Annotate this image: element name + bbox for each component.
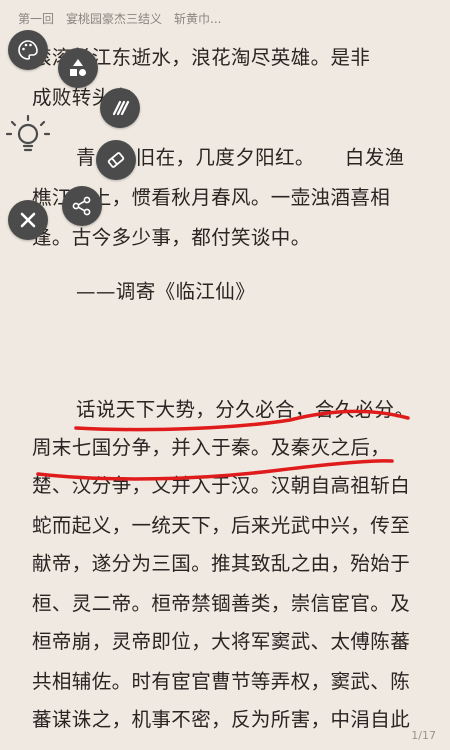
pen-strokes-icon xyxy=(112,100,130,116)
share-button[interactable] xyxy=(62,186,102,226)
page-indicator: 1/17 xyxy=(411,729,436,742)
text-line: 逢。古今多少事，都付笑谈中。 xyxy=(32,226,311,249)
pen-strokes-button[interactable] xyxy=(100,88,140,128)
text-line: 成败转头空。 xyxy=(32,86,152,109)
eraser-button[interactable] xyxy=(96,140,136,180)
palette-button[interactable] xyxy=(8,30,48,70)
brightness-button[interactable] xyxy=(3,112,53,162)
shapes-button[interactable] xyxy=(58,48,98,88)
palette-icon xyxy=(18,40,38,60)
text-line: 献帝，遂分为三国。推其致乱之由，殆始于 xyxy=(32,552,411,575)
text-line: 桓帝崩，灵帝即位，大将军窦武、太傅陈蕃 xyxy=(32,630,411,653)
brightness-bulb-icon xyxy=(5,114,51,152)
text-line: ——调寄《临江仙》 xyxy=(76,280,256,303)
text-line: 周末七国分争，并入于秦。及秦灭之后， xyxy=(32,436,391,459)
text-line: 共相辅佐。时有宦官曹节等弄权，窦武、陈 xyxy=(32,670,411,693)
shapes-icon xyxy=(70,59,86,76)
text-line: 桓、灵二帝。桓帝禁锢善类，崇信宦官。及 xyxy=(32,592,411,615)
text-line: 蛇而起义，一统天下，后来光武中兴，传至 xyxy=(32,514,411,537)
close-icon xyxy=(20,212,36,228)
close-button[interactable] xyxy=(8,200,48,240)
reading-page[interactable]: 滚滚长江东逝水，浪花淘尽英雄。是非 成败转头空。 青山依旧在，几度夕阳红。 白发… xyxy=(0,0,450,750)
text-line: 话说天下大势，分久必合，合久必分。 xyxy=(76,398,415,421)
text-line: 楚、汉分争，又并入于汉。汉朝自高祖斩白 xyxy=(32,474,411,497)
text-line: 蕃谋诛之，机事不密，反为所害，中涓自此 xyxy=(32,708,411,731)
eraser-icon xyxy=(107,152,125,168)
share-icon xyxy=(72,196,91,216)
